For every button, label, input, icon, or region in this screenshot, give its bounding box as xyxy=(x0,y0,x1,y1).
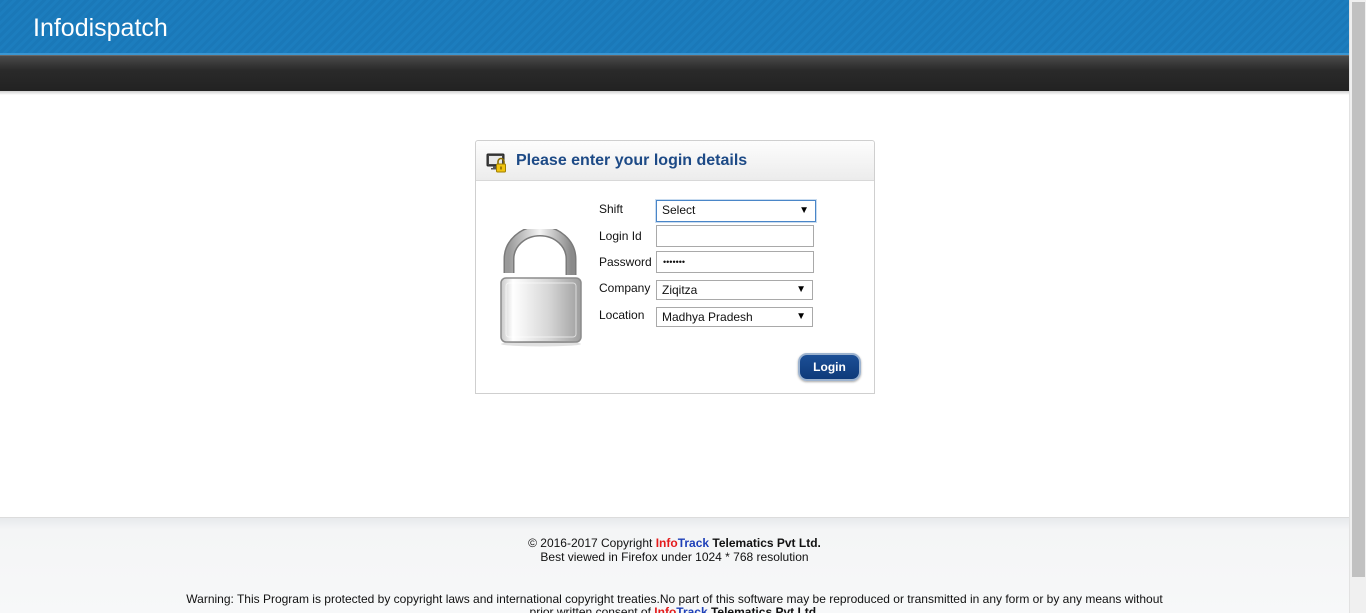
location-label: Location xyxy=(599,308,645,322)
login-button[interactable]: Login xyxy=(798,353,861,381)
monitor-lock-icon xyxy=(486,153,506,173)
chevron-down-icon: ▼ xyxy=(799,205,809,216)
warning-prefix: prior written consent of xyxy=(529,605,655,613)
login-title: Please enter your login details xyxy=(516,152,748,169)
location-select[interactable]: Madhya Pradesh ▼ xyxy=(656,307,813,327)
scrollbar-thumb[interactable] xyxy=(1352,2,1365,577)
login-id-input[interactable] xyxy=(656,225,814,247)
nav-bar xyxy=(0,55,1349,91)
resolution-note: Best viewed in Firefox under 1024 * 768 … xyxy=(540,550,809,564)
brand-track: Track xyxy=(677,536,710,550)
app-brand: Infodispatch xyxy=(33,14,168,42)
chevron-down-icon: ▼ xyxy=(796,284,806,295)
chevron-down-icon: ▼ xyxy=(796,311,806,322)
warning-brand-rest: Telematics Pvt Ltd. xyxy=(707,605,820,613)
padlock-open-icon xyxy=(500,229,582,347)
password-label: Password xyxy=(599,255,652,269)
company-select-value: Ziqitza xyxy=(662,283,698,297)
brand-info: Info xyxy=(655,536,678,550)
copyright-prefix: © 2016-2017 Copyright xyxy=(528,536,656,550)
login-panel: Please enter your login details Shift Se… xyxy=(475,140,875,394)
nav-bar-shadow xyxy=(0,91,1349,95)
brand-rest: Telematics Pvt Ltd. xyxy=(709,536,821,550)
copyright-line: © 2016-2017 Copyright InfoTrack Telemati… xyxy=(0,536,1349,550)
login-id-label: Login Id xyxy=(599,229,642,243)
shift-select-value: Select xyxy=(662,203,696,217)
location-select-value: Madhya Pradesh xyxy=(662,310,753,324)
copyright-warning: Warning: This Program is protected by co… xyxy=(186,592,1163,606)
shift-label: Shift xyxy=(599,202,624,216)
login-panel-header: Please enter your login details xyxy=(476,141,874,181)
company-select[interactable]: Ziqitza ▼ xyxy=(656,280,813,300)
company-label: Company xyxy=(599,281,651,295)
shift-select[interactable]: Select ▼ xyxy=(656,200,816,222)
app-header: Infodispatch xyxy=(0,0,1349,55)
password-input[interactable]: ••••••• xyxy=(656,251,814,273)
copyright-warning-continued: prior written consent of InfoTrack Telem… xyxy=(0,605,1349,613)
page-footer: © 2016-2017 Copyright InfoTrack Telemati… xyxy=(0,517,1349,613)
warning-brand-track: Track xyxy=(676,605,708,613)
vertical-scrollbar[interactable] xyxy=(1349,0,1366,613)
warning-brand-info: Info xyxy=(654,605,677,613)
